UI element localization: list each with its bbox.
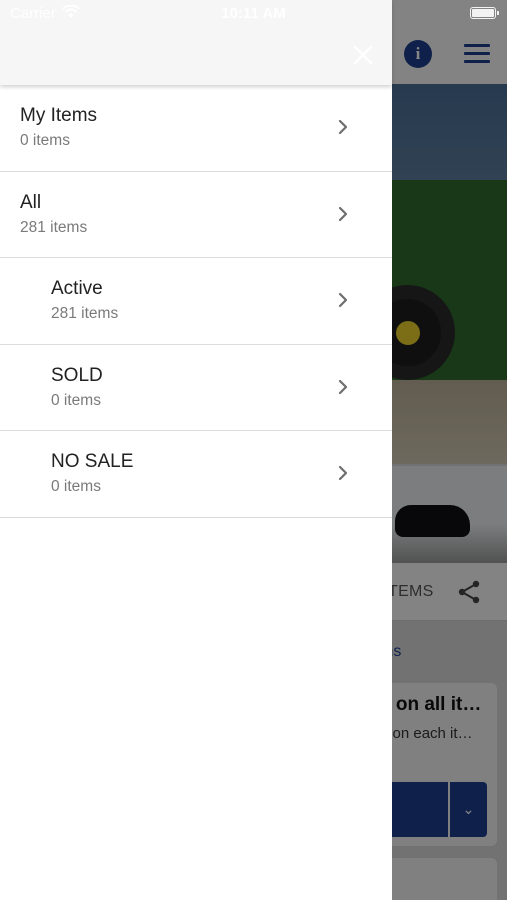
drawer-item-title: Active — [51, 278, 103, 299]
drawer-item-my-items[interactable]: My Items 0 items — [0, 85, 392, 172]
drawer-item-title: SOLD — [51, 364, 103, 386]
clock-time: 10:11 AM — [221, 5, 286, 22]
side-drawer: My Items 0 items All 281 items Active 28… — [0, 0, 392, 900]
drawer-item-no-sale[interactable]: NO SALE 0 items — [0, 431, 392, 518]
close-icon[interactable] — [348, 40, 378, 70]
drawer-item-count: 281 items — [51, 305, 119, 322]
drawer-item-count: 0 items — [20, 132, 70, 149]
drawer-item-sold[interactable]: SOLD 0 items — [0, 345, 392, 431]
drawer-item-count: 0 items — [51, 478, 101, 495]
drawer-item-title: NO SALE — [51, 451, 134, 472]
status-bar: Carrier 10:11 AM — [0, 0, 507, 26]
drawer-item-count: 0 items — [51, 391, 101, 409]
battery-icon — [470, 7, 499, 19]
chevron-right-icon — [338, 206, 348, 221]
drawer-item-title: All — [20, 191, 42, 213]
chevron-right-icon — [338, 292, 348, 308]
drawer-item-count: 281 items — [20, 218, 88, 236]
drawer-list: My Items 0 items All 281 items Active 28… — [0, 85, 392, 518]
chevron-right-icon — [338, 465, 348, 481]
drawer-item-title: My Items — [20, 105, 98, 126]
drawer-item-active[interactable]: Active 281 items — [0, 258, 392, 345]
drawer-item-all[interactable]: All 281 items — [0, 172, 392, 258]
chevron-right-icon — [338, 119, 348, 135]
chevron-right-icon — [338, 379, 348, 394]
